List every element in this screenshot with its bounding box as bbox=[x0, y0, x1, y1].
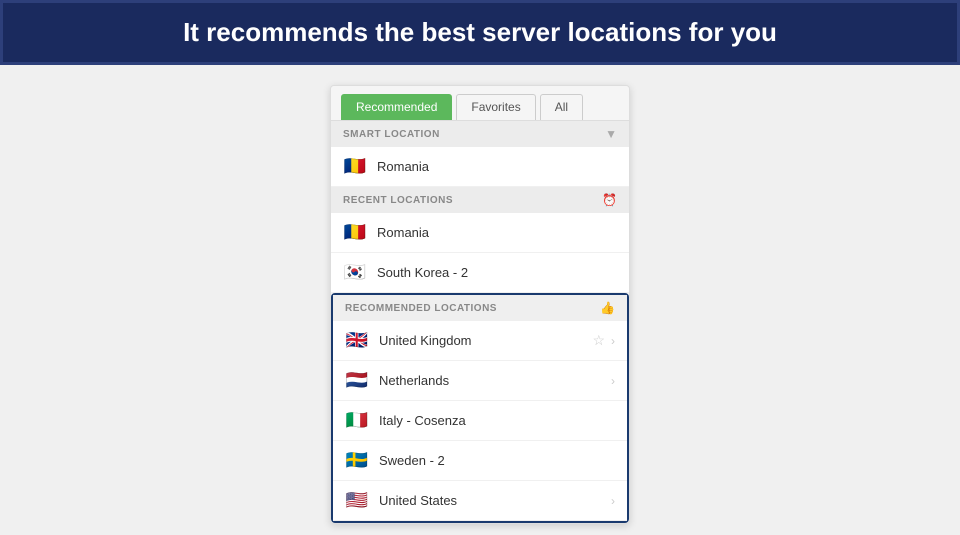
recent-locations-header: RECENT LOCATIONS ⏰ bbox=[331, 187, 629, 213]
uk-flag: 🇬🇧 bbox=[345, 330, 369, 351]
header-title: It recommends the best server locations … bbox=[183, 17, 777, 48]
smart-location-romania[interactable]: 🇷🇴 Romania bbox=[331, 147, 629, 187]
uk-actions: ☆ › bbox=[592, 332, 615, 349]
us-flag: 🇺🇸 bbox=[345, 490, 369, 511]
uk-name: United Kingdom bbox=[379, 333, 592, 348]
romania-name-smart: Romania bbox=[377, 159, 617, 174]
romania-flag-smart: 🇷🇴 bbox=[343, 156, 367, 177]
netherlands-name: Netherlands bbox=[379, 373, 611, 388]
uk-chevron-icon: › bbox=[611, 334, 615, 348]
thumbs-up-icon: 👍 bbox=[600, 301, 615, 315]
italy-flag: 🇮🇹 bbox=[345, 410, 369, 431]
recent-south-korea[interactable]: 🇰🇷 South Korea - 2 bbox=[331, 253, 629, 293]
recent-locations-label: RECENT LOCATIONS bbox=[343, 195, 453, 206]
main-content: Recommended Favorites All SMART LOCATION… bbox=[0, 65, 960, 535]
clock-icon: ⏰ bbox=[602, 193, 617, 207]
recommended-section: RECOMMENDED LOCATIONS 👍 🇬🇧 United Kingdo… bbox=[331, 293, 629, 523]
recommended-locations-header: RECOMMENDED LOCATIONS 👍 bbox=[333, 295, 627, 321]
south-korea-name: South Korea - 2 bbox=[377, 265, 617, 280]
sweden-flag: 🇸🇪 bbox=[345, 450, 369, 471]
tabs-row: Recommended Favorites All bbox=[331, 86, 629, 121]
romania-name-recent: Romania bbox=[377, 225, 617, 240]
uk-star-icon[interactable]: ☆ bbox=[592, 332, 605, 349]
sweden-name: Sweden - 2 bbox=[379, 453, 615, 468]
recommended-italy[interactable]: 🇮🇹 Italy - Cosenza bbox=[333, 401, 627, 441]
smart-location-header: SMART LOCATION ▼ bbox=[331, 121, 629, 147]
recommended-locations-label: RECOMMENDED LOCATIONS bbox=[345, 303, 497, 314]
filter-icon: ▼ bbox=[605, 127, 617, 141]
south-korea-flag: 🇰🇷 bbox=[343, 262, 367, 283]
tab-favorites[interactable]: Favorites bbox=[456, 94, 535, 120]
recommended-netherlands[interactable]: 🇳🇱 Netherlands › bbox=[333, 361, 627, 401]
netherlands-chevron-icon: › bbox=[611, 374, 615, 388]
recommended-us[interactable]: 🇺🇸 United States › bbox=[333, 481, 627, 521]
italy-name: Italy - Cosenza bbox=[379, 413, 615, 428]
netherlands-flag: 🇳🇱 bbox=[345, 370, 369, 391]
us-chevron-icon: › bbox=[611, 494, 615, 508]
recommended-uk[interactable]: 🇬🇧 United Kingdom ☆ › bbox=[333, 321, 627, 361]
vpn-panel: Recommended Favorites All SMART LOCATION… bbox=[330, 85, 630, 524]
us-name: United States bbox=[379, 493, 611, 508]
us-actions: › bbox=[611, 494, 615, 508]
romania-flag-recent: 🇷🇴 bbox=[343, 222, 367, 243]
tab-all[interactable]: All bbox=[540, 94, 583, 120]
netherlands-actions: › bbox=[611, 374, 615, 388]
tab-recommended[interactable]: Recommended bbox=[341, 94, 452, 120]
recommended-sweden[interactable]: 🇸🇪 Sweden - 2 bbox=[333, 441, 627, 481]
recent-romania[interactable]: 🇷🇴 Romania bbox=[331, 213, 629, 253]
header-banner: It recommends the best server locations … bbox=[0, 0, 960, 65]
smart-location-label: SMART LOCATION bbox=[343, 129, 440, 140]
